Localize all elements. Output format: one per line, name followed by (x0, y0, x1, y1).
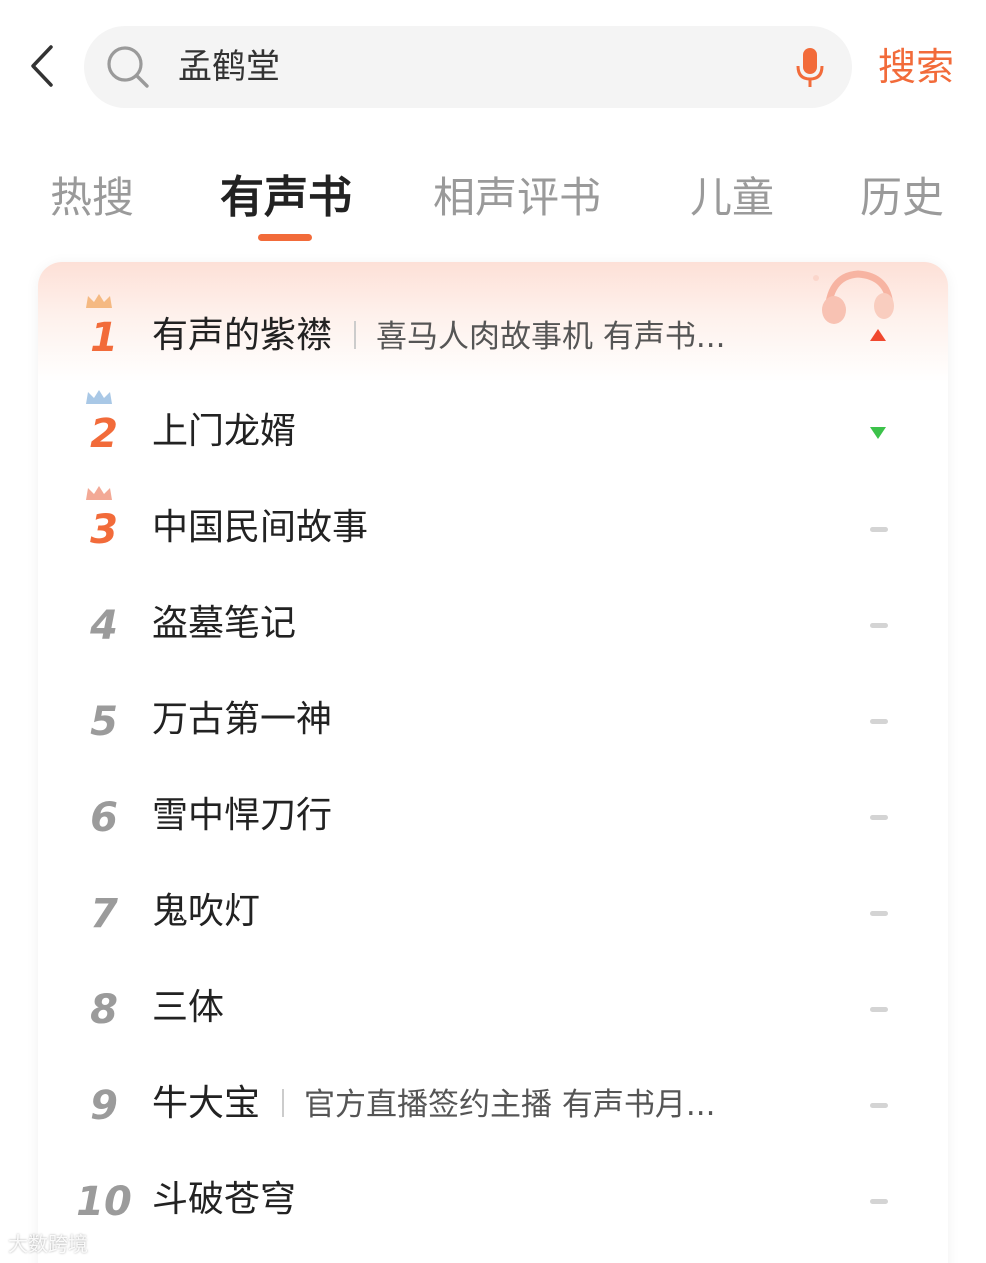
top-bar: 孟鹤堂 搜索 (0, 0, 986, 130)
tab-crosstalk-storytelling[interactable]: 相声评书 (433, 168, 601, 228)
search-value: 孟鹤堂 (178, 47, 280, 87)
trend-flat-icon (870, 911, 888, 916)
list-item-title: 盗墓笔记 (152, 603, 297, 644)
active-tab-indicator (258, 234, 312, 241)
mic-icon[interactable] (794, 46, 826, 90)
chevron-left-icon (31, 45, 53, 87)
title-divider (282, 1089, 285, 1117)
tab-history[interactable]: 历史 (860, 168, 944, 228)
list-item[interactable]: 1 有声的紫襟 喜马人肉故事机 有声书... (38, 288, 948, 384)
item-subtitle: 喜马人肉故事机 有声书... (376, 319, 726, 355)
rank-number: 9 (90, 1083, 118, 1129)
back-button[interactable] (22, 40, 62, 92)
title-divider (354, 321, 357, 349)
list-item[interactable]: 6 雪中悍刀行 (38, 768, 948, 864)
rank-number: 6 (90, 795, 118, 841)
list-item-title: 牛大宝 官方直播签约主播 有声书月... (152, 1074, 715, 1135)
trend-flat-icon (870, 623, 888, 628)
page: 孟鹤堂 搜索 热搜 有声书 相声评书 儿童 历史 1 有声的紫襟 喜马人肉故事机… (0, 0, 986, 1263)
search-button[interactable]: 搜索 (878, 36, 954, 98)
ranking-card: 1 有声的紫襟 喜马人肉故事机 有声书... 2 上门龙婿 3 中国民间故事 4… (38, 262, 948, 1263)
trend-flat-icon (870, 1103, 888, 1108)
list-item-title: 雪中悍刀行 (152, 795, 333, 836)
list-item[interactable]: 9 牛大宝 官方直播签约主播 有声书月... (38, 1056, 948, 1152)
trend-flat-icon (870, 815, 888, 820)
rank-number: 4 (90, 603, 118, 649)
rank-number: 8 (90, 987, 118, 1033)
tab-audiobook[interactable]: 有声书 (220, 168, 352, 228)
list-item-title: 鬼吹灯 (152, 891, 261, 932)
search-icon (107, 46, 149, 88)
item-title-text: 有声的紫襟 (152, 315, 333, 356)
tab-children[interactable]: 儿童 (690, 168, 774, 228)
list-item-title: 三体 (152, 987, 225, 1028)
list-item-title: 万古第一神 (152, 699, 333, 740)
list-item-title: 上门龙婿 (152, 411, 297, 452)
rank-number: 10 (76, 1179, 132, 1225)
list-item-title: 斗破苍穹 (152, 1179, 297, 1220)
item-subtitle: 官方直播签约主播 有声书月... (304, 1087, 716, 1123)
rank-number: 7 (90, 891, 118, 937)
list-item[interactable]: 7 鬼吹灯 (38, 864, 948, 960)
trend-flat-icon (870, 1199, 888, 1204)
trend-down-icon (870, 427, 886, 439)
trend-flat-icon (870, 1007, 888, 1012)
rank-number: 1 (90, 315, 118, 361)
watermark: 大数跨境 (8, 1232, 88, 1256)
list-item[interactable]: 3 中国民间故事 (38, 480, 948, 576)
item-title-text: 牛大宝 (152, 1083, 261, 1124)
rank-number: 5 (90, 699, 118, 745)
list-item[interactable]: 5 万古第一神 (38, 672, 948, 768)
list-item[interactable]: 4 盗墓笔记 (38, 576, 948, 672)
tab-hot-search[interactable]: 热搜 (50, 168, 134, 228)
trend-up-icon (870, 329, 886, 341)
category-tabs: 热搜 有声书 相声评书 儿童 历史 (0, 162, 986, 252)
rank-number: 3 (90, 507, 118, 553)
list-item[interactable]: 10 斗破苍穹 (38, 1152, 948, 1248)
trend-flat-icon (870, 719, 888, 724)
list-item[interactable]: 8 三体 (38, 960, 948, 1056)
search-input[interactable]: 孟鹤堂 (84, 26, 852, 108)
list-item-title: 中国民间故事 (152, 507, 369, 548)
rank-number: 2 (90, 411, 118, 457)
trend-flat-icon (870, 527, 888, 532)
list-item-title: 有声的紫襟 喜马人肉故事机 有声书... (152, 306, 725, 367)
list-item[interactable]: 2 上门龙婿 (38, 384, 948, 480)
